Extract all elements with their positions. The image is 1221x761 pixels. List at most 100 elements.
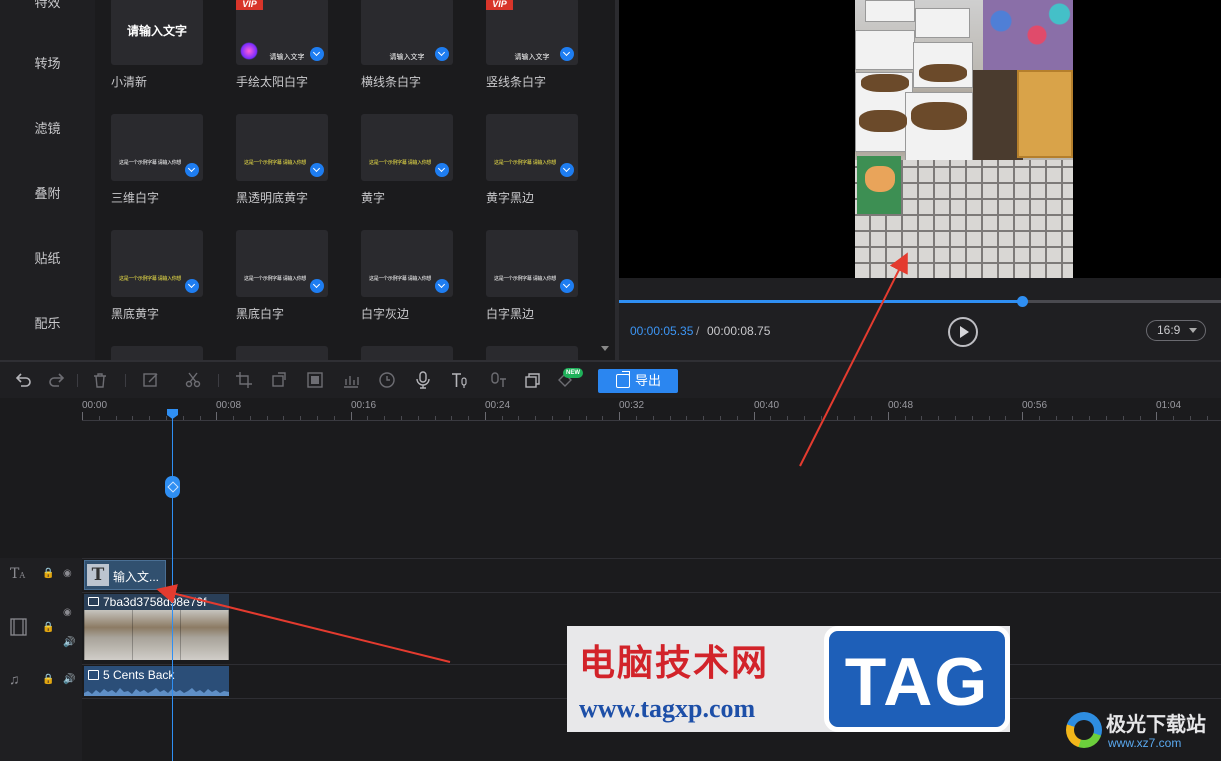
delete-icon[interactable] — [91, 371, 109, 389]
volume-icon[interactable]: 🔊 — [63, 674, 75, 685]
sidebar-item-effects[interactable]: 特效 — [0, 0, 95, 11]
video-content — [919, 64, 967, 82]
redo-icon[interactable] — [48, 371, 66, 389]
template-thumb[interactable]: 这是一个示例字幕 请输入你想要的文字 — [111, 230, 203, 297]
template-thumb[interactable] — [486, 346, 578, 360]
aspect-ratio-select[interactable]: 16:9 — [1146, 320, 1206, 341]
crop-icon[interactable] — [235, 371, 253, 389]
volume-icon[interactable]: 🔊 — [63, 637, 75, 648]
ruler-baseline — [82, 420, 1221, 421]
ruler-tick — [233, 416, 234, 420]
ruler-tick — [300, 416, 301, 420]
eye-icon[interactable]: ◉ — [63, 607, 72, 618]
sidebar-item-stickers[interactable]: 贴纸 — [0, 248, 95, 267]
text-clip[interactable]: T 输入文... — [84, 560, 166, 590]
template-thumb[interactable] — [361, 346, 453, 360]
ruler-tick — [418, 416, 419, 420]
download-icon[interactable] — [310, 279, 324, 293]
playback-progress[interactable] — [619, 296, 1221, 307]
audio-clip[interactable]: 5 Cents Back — [84, 666, 229, 696]
track-headers: TA 🔒 ◉ 🔒 ◉ 🔊 ♫ 🔒 🔊 — [0, 558, 82, 761]
download-icon[interactable] — [435, 163, 449, 177]
record-icon[interactable] — [414, 371, 432, 389]
lock-icon[interactable]: 🔒 — [42, 674, 54, 685]
ruler-tick — [502, 416, 503, 420]
export-button[interactable]: 导出 — [598, 369, 678, 393]
template-thumb[interactable]: 这是一个示例字幕 请输入你想要的文字 — [111, 114, 203, 181]
rotate-icon[interactable] — [270, 371, 288, 389]
download-icon[interactable] — [310, 163, 324, 177]
template-preview-text: 这是一个示例字幕 请输入你想要的文字 — [494, 276, 556, 282]
ruler-tick — [804, 416, 805, 420]
ruler-tick — [602, 416, 603, 420]
toolbar-divider — [125, 374, 126, 387]
cut-icon[interactable] — [184, 371, 202, 389]
export-icon — [616, 371, 630, 388]
ruler-tick — [401, 416, 402, 420]
download-icon[interactable] — [185, 163, 199, 177]
download-icon[interactable] — [435, 279, 449, 293]
template-thumb[interactable] — [236, 346, 328, 360]
download-icon[interactable] — [560, 279, 574, 293]
play-button[interactable] — [948, 317, 978, 347]
duration-icon[interactable] — [378, 371, 396, 389]
lock-icon[interactable]: 🔒 — [42, 622, 54, 633]
playhead[interactable] — [172, 410, 173, 761]
template-thumb[interactable]: 请输入文字 — [361, 0, 453, 65]
speech-to-text-icon[interactable] — [490, 371, 508, 389]
template-thumb[interactable]: 这是一个示例字幕 请输入你想要的文字 — [486, 114, 578, 181]
download-icon[interactable] — [185, 279, 199, 293]
mosaic-icon[interactable] — [306, 371, 324, 389]
toolbar-divider — [77, 374, 78, 387]
playhead-handle[interactable] — [165, 476, 180, 498]
text-to-speech-icon[interactable] — [450, 371, 468, 389]
template-thumb[interactable]: 这是一个示例字幕 请输入你想要的文字 — [361, 114, 453, 181]
scroll-down-icon[interactable] — [601, 346, 609, 351]
timeline-ruler[interactable]: 00:00 00:08 00:16 00:24 00:32 00:40 00:48 00:56… — [82, 398, 1221, 422]
template-thumb[interactable]: 请输入文字 — [111, 0, 203, 65]
video-content — [857, 156, 901, 214]
template-thumb[interactable]: VIP 请输入文字 — [486, 0, 578, 65]
ruler-tick-label: 00:16 — [351, 400, 377, 411]
ruler-tick — [283, 416, 284, 420]
template-thumb[interactable]: 这是一个示例字幕 请输入你想要的文字 — [236, 114, 328, 181]
sidebar-item-transitions[interactable]: 转场 — [0, 53, 95, 72]
ruler-tick — [938, 416, 939, 420]
watermark-tag-logo: TAG — [824, 626, 1010, 732]
ruler-tick-label: 00:48 — [888, 400, 914, 411]
freeze-icon[interactable] — [342, 371, 360, 389]
ruler-tick — [1072, 416, 1073, 420]
ruler-tick — [972, 416, 973, 420]
track-divider — [0, 592, 1221, 593]
export-label: 导出 — [635, 373, 662, 388]
template-thumb[interactable]: 这是一个示例字幕 请输入你想要的文字 — [236, 230, 328, 297]
template-label: 黄字 — [361, 191, 386, 205]
overlay-icon[interactable] — [524, 371, 542, 389]
template-thumb[interactable]: 这是一个示例字幕 请输入你想要的文字 — [486, 230, 578, 297]
download-icon[interactable] — [435, 47, 449, 61]
download-icon[interactable] — [560, 163, 574, 177]
sidebar-item-overlays[interactable]: 叠附 — [0, 183, 95, 202]
aspect-ratio-value: 16:9 — [1157, 323, 1181, 337]
sidebar-item-music[interactable]: 配乐 — [0, 313, 95, 332]
template-label: 黑底黄字 — [111, 307, 160, 321]
ruler-tick — [686, 416, 687, 420]
video-clip[interactable]: 7ba3d3758d98e79f — [84, 594, 229, 660]
edit-icon[interactable] — [142, 371, 160, 389]
eye-icon[interactable]: ◉ — [63, 568, 72, 579]
template-thumb[interactable]: 这是一个示例字幕 请输入你想要的文字 — [361, 230, 453, 297]
playback-progress-knob[interactable] — [1017, 296, 1028, 307]
ruler-tick — [770, 416, 771, 420]
undo-icon[interactable] — [14, 371, 32, 389]
download-icon[interactable] — [310, 47, 324, 61]
template-scrollbar[interactable] — [595, 0, 615, 360]
ruler-tick — [921, 416, 922, 420]
download-icon[interactable] — [560, 47, 574, 61]
template-thumb[interactable]: VIP 请输入文字 — [236, 0, 328, 65]
ruler-tick — [1106, 416, 1107, 420]
sidebar-item-filters[interactable]: 滤镜 — [0, 118, 95, 137]
text-clip-icon: T — [87, 564, 109, 586]
template-thumb[interactable] — [111, 346, 203, 360]
ruler-tick — [1156, 412, 1157, 420]
lock-icon[interactable]: 🔒 — [42, 568, 54, 579]
